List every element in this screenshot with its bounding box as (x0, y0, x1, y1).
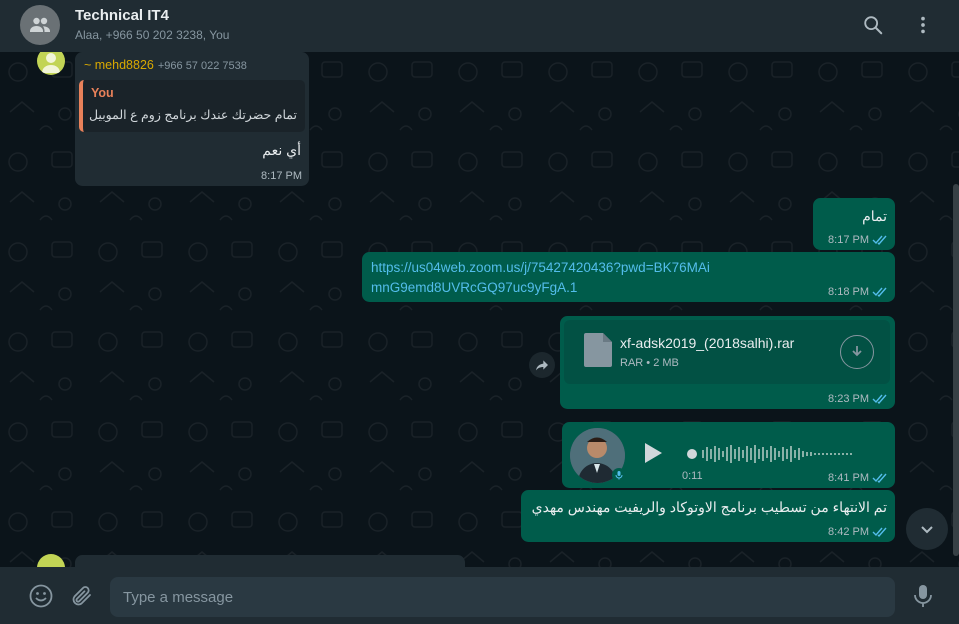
chevron-down-icon (921, 526, 933, 534)
sender-phone: +966 57 022 7538 (157, 60, 247, 72)
read-ticks-icon (872, 287, 887, 297)
forward-button[interactable] (529, 352, 555, 378)
message-bubble-incoming[interactable]: ~ mehd8826 +966 57 022 7538 You تمام حضرت… (75, 52, 309, 186)
message-time: 8:17 PM (828, 234, 869, 246)
message-meta: 8:18 PM (828, 286, 888, 298)
search-button[interactable] (860, 12, 886, 38)
play-button[interactable] (640, 440, 666, 466)
message-meta: 8:41 PM (828, 472, 888, 484)
quoted-author: You (91, 86, 114, 100)
emoji-button[interactable] (27, 582, 55, 610)
attach-button[interactable] (68, 582, 96, 610)
message-time: 8:41 PM (828, 472, 869, 484)
download-button[interactable] (840, 335, 874, 369)
emoji-icon (29, 584, 53, 608)
kebab-menu-icon (921, 16, 925, 34)
read-ticks-icon (872, 527, 887, 537)
message-meta: 8:42 PM (828, 526, 888, 538)
message-link[interactable]: https://us04web.zoom.us/j/75427420436?pw… (371, 258, 711, 298)
sender-name[interactable]: ~ mehd8826 +966 57 022 7538 (84, 58, 247, 72)
menu-button[interactable] (910, 12, 936, 38)
document-icon (584, 333, 612, 367)
voice-waveform[interactable] (686, 440, 876, 468)
mic-icon (615, 471, 623, 480)
chat-scrollbar[interactable] (953, 184, 959, 556)
microphone-icon (914, 585, 932, 607)
file-meta: RAR • 2 MB (620, 357, 679, 369)
message-text: تمام (862, 208, 887, 224)
file-attachment[interactable]: xf-adsk2019_(2018salhi).rar RAR • 2 MB (564, 320, 890, 384)
voice-record-button[interactable] (909, 582, 937, 610)
message-meta: 8:17 PM (828, 234, 888, 246)
play-icon (645, 443, 662, 463)
message-bubble-outgoing[interactable]: https://us04web.zoom.us/j/75427420436?pw… (362, 252, 895, 302)
group-avatar[interactable] (20, 5, 60, 45)
message-bubble-outgoing[interactable]: تم الانتهاء من تسطيب برنامج الاوتوكاد وا… (521, 490, 895, 542)
message-time: 8:42 PM (828, 526, 869, 538)
message-input[interactable] (123, 588, 883, 606)
chat-title[interactable]: Technical IT4 (75, 7, 169, 24)
paperclip-icon (72, 586, 91, 606)
message-list[interactable]: ~ mehd8826 +966 57 022 7538 You تمام حضرت… (0, 52, 959, 567)
read-ticks-icon (872, 473, 887, 483)
file-name: xf-adsk2019_(2018salhi).rar (620, 335, 795, 351)
message-time: 8:23 PM (828, 393, 869, 405)
message-text: أي نعم (262, 142, 301, 158)
forward-icon (536, 360, 548, 371)
scroll-to-bottom-button[interactable] (906, 508, 948, 550)
voice-duration: 0:11 (682, 470, 703, 482)
search-icon (864, 16, 883, 35)
quoted-message[interactable]: You تمام حضرتك عندك برنامج زوم ع الموبيل (79, 80, 305, 132)
message-bubble-outgoing[interactable]: xf-adsk2019_(2018salhi).rar RAR • 2 MB 8… (560, 316, 895, 409)
chat-participants[interactable]: Alaa, +966 50 202 3238, You (75, 28, 229, 42)
chat-header: Technical IT4 Alaa, +966 50 202 3238, Yo… (0, 0, 959, 52)
group-icon (30, 17, 50, 32)
message-input-wrapper[interactable] (110, 577, 895, 617)
read-ticks-icon (872, 394, 887, 404)
message-bubble-incoming[interactable] (75, 555, 465, 567)
message-time: 8:17 PM (261, 170, 302, 182)
message-time: 8:18 PM (828, 286, 869, 298)
quoted-text: تمام حضرتك عندك برنامج زوم ع الموبيل (88, 108, 297, 122)
whatsapp-window: Technical IT4 Alaa, +966 50 202 3238, Yo… (0, 0, 959, 624)
download-icon (852, 346, 862, 357)
message-bubble-outgoing[interactable]: تمام 8:17 PM (813, 198, 895, 250)
mic-badge (612, 468, 626, 482)
message-text: تم الانتهاء من تسطيب برنامج الاوتوكاد وا… (531, 499, 887, 515)
message-meta: 8:23 PM (828, 393, 888, 405)
composer-bar (0, 567, 959, 624)
voice-message-bubble[interactable]: 0:11 8:41 PM (562, 422, 895, 488)
read-ticks-icon (872, 235, 887, 245)
